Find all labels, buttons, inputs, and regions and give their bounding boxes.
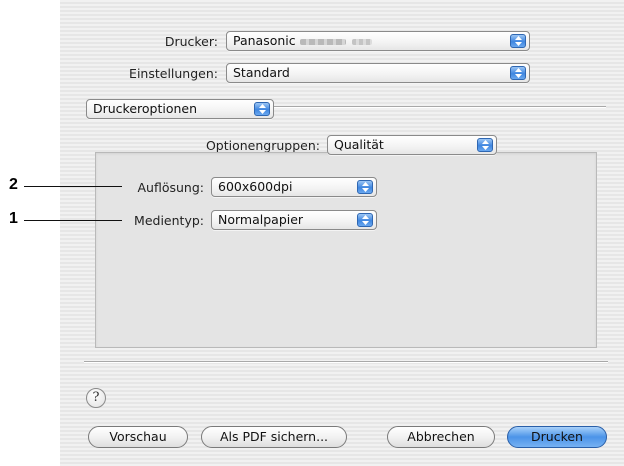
- up-down-arrows-icon: [510, 66, 526, 80]
- settings-value: Standard: [233, 65, 290, 80]
- section-popup[interactable]: Druckeroptionen: [86, 99, 274, 119]
- help-icon[interactable]: ?: [86, 388, 106, 408]
- up-down-arrows-icon: [357, 180, 373, 194]
- callout-number-media: 1: [9, 210, 18, 227]
- resolution-value: 600x600dpi: [218, 179, 293, 194]
- printer-model-redacted: [299, 38, 346, 45]
- settings-popup[interactable]: Standard: [226, 63, 530, 83]
- save-pdf-button[interactable]: Als PDF sichern...: [201, 426, 347, 448]
- printer-popup[interactable]: Panasonic: [226, 31, 530, 51]
- callout-number-resolution: 2: [9, 176, 18, 193]
- bottom-separator-highlight: [84, 362, 608, 363]
- media-type-label: Medientyp:: [134, 213, 204, 228]
- option-groups-value: Qualität: [334, 137, 384, 152]
- printer-value: Panasonic: [233, 33, 296, 48]
- preview-button[interactable]: Vorschau: [88, 426, 188, 448]
- option-groups-label: Optionengruppen:: [205, 138, 320, 153]
- callout-line-resolution: [24, 186, 122, 187]
- up-down-arrows-icon: [510, 34, 526, 48]
- resolution-popup[interactable]: 600x600dpi: [211, 177, 377, 197]
- media-type-popup[interactable]: Normalpapier: [211, 210, 377, 230]
- resolution-label: Auflösung:: [137, 180, 205, 195]
- up-down-arrows-icon: [477, 138, 493, 152]
- section-separator-highlight: [272, 107, 606, 108]
- printer-model-redacted-2: [351, 38, 372, 45]
- print-button[interactable]: Drucken: [507, 426, 607, 448]
- settings-label: Einstellungen:: [129, 66, 218, 81]
- up-down-arrows-icon: [254, 102, 270, 116]
- up-down-arrows-icon: [357, 213, 373, 227]
- section-value: Druckeroptionen: [93, 101, 198, 116]
- cancel-button[interactable]: Abbrechen: [387, 426, 495, 448]
- option-groups-popup[interactable]: Qualität: [327, 135, 497, 155]
- media-type-value: Normalpapier: [218, 212, 304, 227]
- printer-label: Drucker:: [164, 34, 218, 49]
- callout-line-media: [24, 220, 122, 221]
